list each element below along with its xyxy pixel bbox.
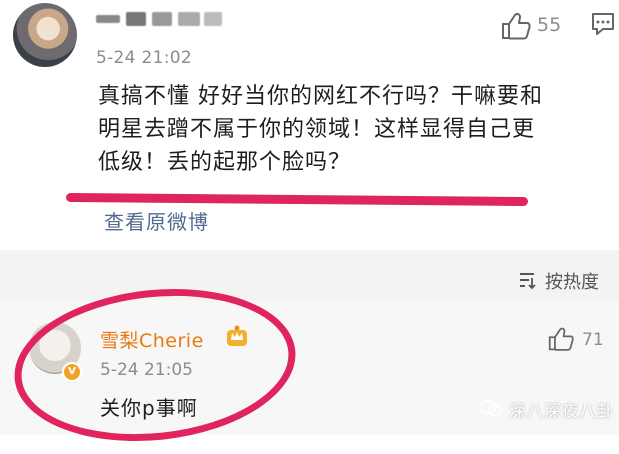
username-blurred[interactable] (96, 6, 226, 32)
comment-body: 真搞不懂 好好当你的网红不行吗？干嘛要和 明星去蹭不属于你的领域！这样显得自己更… (98, 80, 608, 179)
comment-line: 明星去蹭不属于你的领域！这样显得自己更 (98, 117, 536, 142)
comment-line: 低级！丢的起那个脸吗？ (98, 150, 352, 175)
sort-icon[interactable] (517, 270, 537, 290)
avatar[interactable] (13, 3, 77, 67)
sort-by-hot-button[interactable]: 按热度 (545, 268, 599, 294)
like-count: 55 (537, 14, 562, 36)
wechat-icon (479, 400, 502, 416)
watermark: 深八深夜八卦 (509, 402, 614, 422)
comment-icon[interactable] (590, 11, 616, 37)
thumbs-up-icon[interactable] (501, 12, 531, 40)
comment-line: 真搞不懂 好好当你的网红不行吗？干嘛要和 (98, 84, 543, 109)
thumbs-up-icon[interactable] (548, 326, 574, 352)
like-count: 71 (582, 330, 604, 350)
view-original-weibo-link[interactable]: 查看原微博 (104, 206, 209, 235)
comment-timestamp: 5-24 21:02 (96, 48, 192, 68)
